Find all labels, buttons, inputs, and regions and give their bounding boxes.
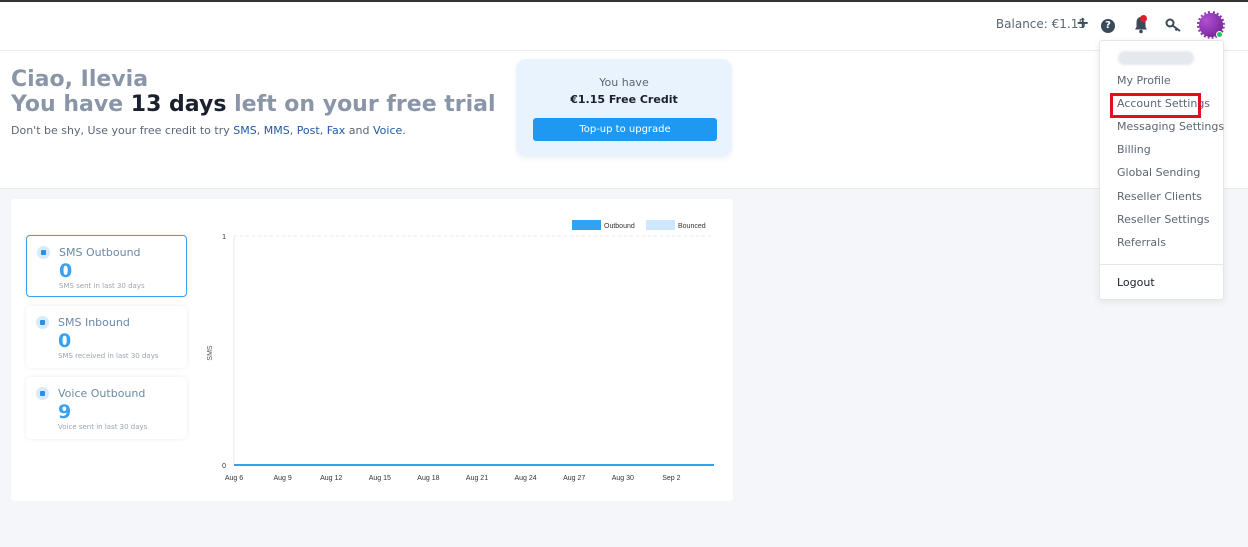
stat-subtitle: SMS received in last 30 days bbox=[58, 352, 159, 360]
menu-item-global-sending[interactable]: Global Sending bbox=[1117, 166, 1200, 179]
trial-message: You have 13 days left on your free trial bbox=[11, 92, 496, 117]
link-voice[interactable]: Voice. bbox=[373, 124, 406, 137]
account-settings-highlight bbox=[1110, 93, 1201, 118]
blurred-username bbox=[1118, 51, 1194, 65]
stat-title: Voice Outbound bbox=[58, 387, 146, 400]
legend-label-outbound: Outbound bbox=[604, 223, 635, 230]
x-tick-label: Sep 2 bbox=[662, 475, 680, 482]
greeting-title: Ciao, Ilevia bbox=[11, 67, 149, 92]
stat-card-sms-outbound[interactable]: SMS Outbound 0 SMS sent in last 30 days bbox=[26, 235, 187, 297]
notification-dot bbox=[1140, 15, 1147, 22]
credit-card-amount: €1.15 Free Credit bbox=[570, 93, 678, 106]
dashboard-panel: SMS Outbound 0 SMS sent in last 30 days … bbox=[11, 199, 733, 501]
y-axis-label: SMS bbox=[207, 345, 214, 361]
credit-card-line1: You have bbox=[599, 76, 649, 89]
link-fax[interactable]: Fax bbox=[327, 124, 346, 137]
x-tick-label: Aug 9 bbox=[273, 475, 291, 482]
x-tick-label: Aug 30 bbox=[612, 475, 634, 482]
question-circle-icon[interactable]: ? bbox=[1101, 19, 1115, 33]
key-icon[interactable] bbox=[1165, 17, 1183, 33]
free-credit-hint: Don't be shy, Use your free credit to tr… bbox=[11, 124, 406, 137]
x-tick-label: Aug 12 bbox=[320, 475, 342, 482]
stat-card-voice-outbound[interactable]: Voice Outbound 9 Voice sent in last 30 d… bbox=[26, 377, 187, 439]
y-tick-label: 1 bbox=[222, 234, 226, 241]
sms-outbound-icon bbox=[37, 246, 50, 259]
link-mms[interactable]: MMS bbox=[264, 124, 290, 137]
legend-label-bounced: Bounced bbox=[678, 223, 706, 230]
legend-swatch-bounced bbox=[646, 220, 675, 230]
stat-card-sms-inbound[interactable]: SMS Inbound 0 SMS received in last 30 da… bbox=[26, 306, 187, 368]
online-status-dot bbox=[1216, 31, 1223, 38]
menu-item-reseller-clients[interactable]: Reseller Clients bbox=[1117, 190, 1202, 203]
menu-item-reseller-settings[interactable]: Reseller Settings bbox=[1117, 213, 1209, 226]
x-tick-label: Aug 27 bbox=[563, 475, 585, 482]
free-credit-card: You have €1.15 Free Credit Top-up to upg… bbox=[516, 59, 732, 157]
menu-item-logout[interactable]: Logout bbox=[1117, 276, 1155, 289]
sms-chart: 1 0 SMS Aug 6 Aug 9 Aug 12 Aug 15 Aug 18 Aug 21 A… bbox=[207, 220, 714, 482]
x-tick-label: Aug 6 bbox=[225, 475, 243, 482]
legend-swatch-outbound bbox=[572, 220, 601, 230]
stat-subtitle: Voice sent in last 30 days bbox=[58, 423, 148, 431]
link-sms[interactable]: SMS bbox=[233, 124, 256, 137]
stat-title: SMS Outbound bbox=[59, 246, 141, 259]
topup-upgrade-button[interactable]: Top-up to upgrade bbox=[533, 118, 717, 141]
stat-title: SMS Inbound bbox=[58, 316, 130, 329]
trial-days: 13 days bbox=[130, 92, 227, 117]
x-tick-label: Aug 15 bbox=[369, 475, 391, 482]
add-balance-icon[interactable]: + bbox=[1076, 13, 1089, 32]
stat-value: 0 bbox=[58, 330, 72, 352]
x-tick-label: Aug 21 bbox=[466, 475, 488, 482]
y-tick-label: 0 bbox=[222, 463, 226, 470]
voice-outbound-icon bbox=[36, 387, 49, 400]
user-dropdown-menu: My Profile Account Settings Messaging Se… bbox=[1099, 40, 1224, 300]
stat-value: 0 bbox=[59, 260, 73, 282]
link-post[interactable]: Post bbox=[297, 124, 320, 137]
sms-inbound-icon bbox=[36, 316, 49, 329]
menu-item-my-profile[interactable]: My Profile bbox=[1117, 74, 1171, 87]
menu-item-messaging-settings[interactable]: Messaging Settings bbox=[1117, 120, 1224, 133]
menu-item-referrals[interactable]: Referrals bbox=[1117, 236, 1166, 249]
balance-label: Balance: €1.15 bbox=[995, 17, 1086, 31]
x-tick-label: Aug 18 bbox=[417, 475, 439, 482]
menu-item-billing[interactable]: Billing bbox=[1117, 143, 1151, 156]
x-tick-label: Aug 24 bbox=[515, 475, 537, 482]
menu-separator bbox=[1100, 264, 1223, 265]
stat-subtitle: SMS sent in last 30 days bbox=[59, 282, 145, 290]
stat-value: 9 bbox=[58, 401, 72, 423]
